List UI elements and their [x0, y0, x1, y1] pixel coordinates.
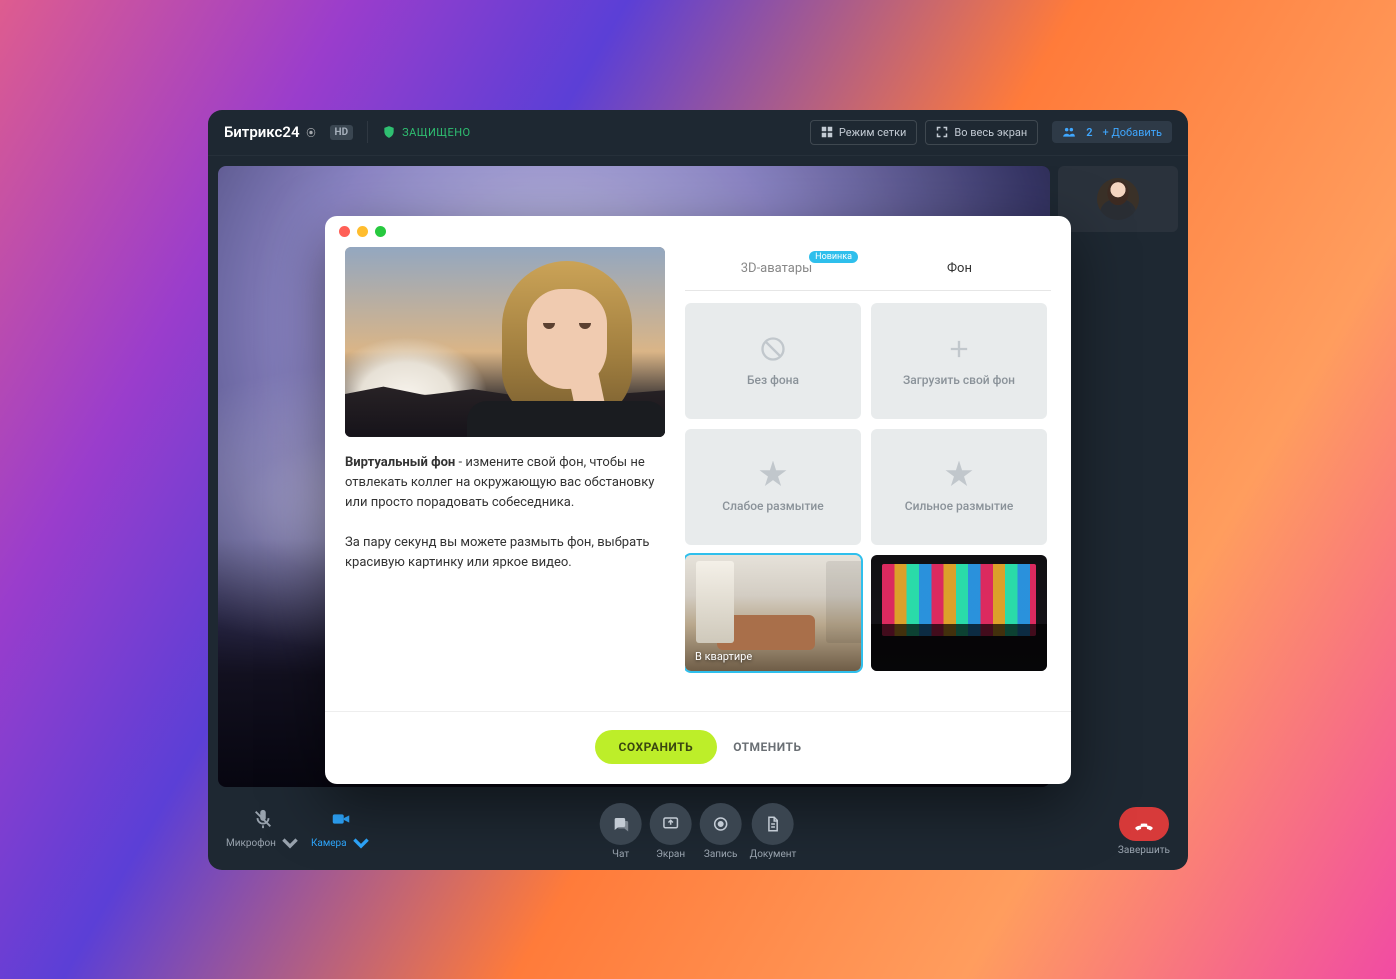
grid-icon [821, 126, 833, 138]
logo-suffix-icon: ⦿ [307, 126, 316, 139]
chevron-down-icon [350, 833, 372, 855]
record-button[interactable] [700, 803, 742, 845]
bottom-toolbar: Микрофон Камера Чат Экран [208, 797, 1188, 870]
app-body: Наталья Ростовская [208, 156, 1188, 797]
app-header: Битрикс24 ⦿ HD ЗАЩИЩЕНО Режим сетки Во ве… [208, 110, 1188, 156]
camera-toggle[interactable]: Камера [311, 808, 372, 855]
star-icon [945, 461, 973, 489]
fullscreen-button[interactable]: Во весь экран [925, 120, 1038, 145]
end-label: Завершить [1118, 845, 1170, 856]
add-participant-label: + Добавить [1103, 126, 1163, 139]
avatar [1097, 178, 1139, 220]
star-icon [759, 461, 787, 489]
grid-mode-label: Режим сетки [839, 126, 906, 139]
participant-thumbnail[interactable] [1058, 166, 1178, 232]
option-strong-blur-label: Сильное размытие [905, 499, 1014, 513]
save-button[interactable]: СОХРАНИТЬ [595, 730, 718, 764]
chat-icon [612, 815, 630, 833]
camera-icon [330, 808, 352, 830]
option-upload-background[interactable]: Загрузить свой фон [871, 303, 1047, 419]
modal-right-panel: 3D-аватары Новинка Фон Без фона [685, 247, 1051, 711]
app-logo: Битрикс24 ⦿ [224, 123, 316, 141]
end-call-button[interactable] [1119, 807, 1169, 841]
modal-left-panel: Виртуальный фон - измените свой фон, что… [345, 247, 665, 711]
description-text: Виртуальный фон - измените свой фон, что… [345, 453, 665, 574]
close-icon[interactable] [339, 226, 350, 237]
modal-footer: СОХРАНИТЬ ОТМЕНИТЬ [325, 711, 1071, 784]
modal-titlebar [325, 216, 1071, 247]
record-label: Запись [704, 849, 738, 860]
chat-label: Чат [612, 849, 629, 860]
shield-icon [382, 124, 396, 140]
hangup-icon [1133, 813, 1155, 835]
option-strong-blur[interactable]: Сильное размытие [871, 429, 1047, 545]
option-weak-blur[interactable]: Слабое размытие [685, 429, 861, 545]
new-badge: Новинка [809, 251, 858, 263]
cancel-button[interactable]: ОТМЕНИТЬ [733, 740, 801, 754]
modal-tabs: 3D-аватары Новинка Фон [685, 247, 1051, 291]
maximize-icon[interactable] [375, 226, 386, 237]
fullscreen-label: Во весь экран [954, 126, 1027, 139]
document-label: Документ [750, 849, 797, 860]
chat-button[interactable] [600, 803, 642, 845]
app-window: Битрикс24 ⦿ HD ЗАЩИЩЕНО Режим сетки Во ве… [208, 110, 1188, 870]
secure-indicator: ЗАЩИЩЕНО [382, 124, 471, 140]
screen-label: Экран [656, 849, 685, 860]
participants-button[interactable]: 2 + Добавить [1052, 121, 1172, 143]
fullscreen-icon [936, 126, 948, 138]
logo-text: Битрикс24 [224, 123, 300, 141]
share-screen-button[interactable] [650, 803, 692, 845]
people-icon [1062, 125, 1076, 139]
participants-sidebar [1058, 166, 1178, 787]
separator [367, 121, 368, 143]
minimize-icon[interactable] [357, 226, 368, 237]
plus-icon [945, 335, 973, 363]
option-apartment-bg[interactable]: В квартире [685, 555, 861, 671]
document-icon [764, 815, 782, 833]
option-weak-blur-label: Слабое размытие [722, 499, 823, 513]
tab-background-label: Фон [947, 261, 972, 276]
tab-3d-avatars[interactable]: 3D-аватары Новинка [685, 247, 868, 290]
person-preview [467, 257, 665, 437]
mic-label: Микрофон [226, 838, 276, 849]
screen-share-icon [662, 815, 680, 833]
background-preview [345, 247, 665, 437]
option-apartment-label: В квартире [695, 650, 752, 663]
mic-toggle[interactable]: Микрофон [226, 808, 301, 855]
option-none-label: Без фона [747, 373, 799, 387]
tab-background[interactable]: Фон [868, 247, 1051, 290]
participants-count: 2 [1086, 126, 1092, 139]
grid-mode-button[interactable]: Режим сетки [810, 120, 917, 145]
camera-label: Камера [311, 838, 347, 849]
background-options: Без фона Загрузить свой фон Слабое размы… [685, 291, 1051, 711]
desc-title: Виртуальный фон [345, 455, 455, 470]
background-settings-modal: Виртуальный фон - измените свой фон, что… [325, 216, 1071, 784]
tab-avatars-label: 3D-аватары [741, 261, 813, 276]
no-background-icon [759, 335, 787, 363]
option-neon-bg[interactable] [871, 555, 1047, 671]
hd-badge: HD [330, 125, 354, 140]
document-button[interactable] [752, 803, 794, 845]
option-upload-label: Загрузить свой фон [903, 373, 1015, 387]
option-no-background[interactable]: Без фона [685, 303, 861, 419]
mic-off-icon [252, 808, 274, 830]
record-icon [712, 815, 730, 833]
chevron-down-icon [279, 833, 301, 855]
desc-text-2: За пару секунд вы можете размыть фон, вы… [345, 533, 665, 573]
secure-label: ЗАЩИЩЕНО [402, 126, 471, 139]
